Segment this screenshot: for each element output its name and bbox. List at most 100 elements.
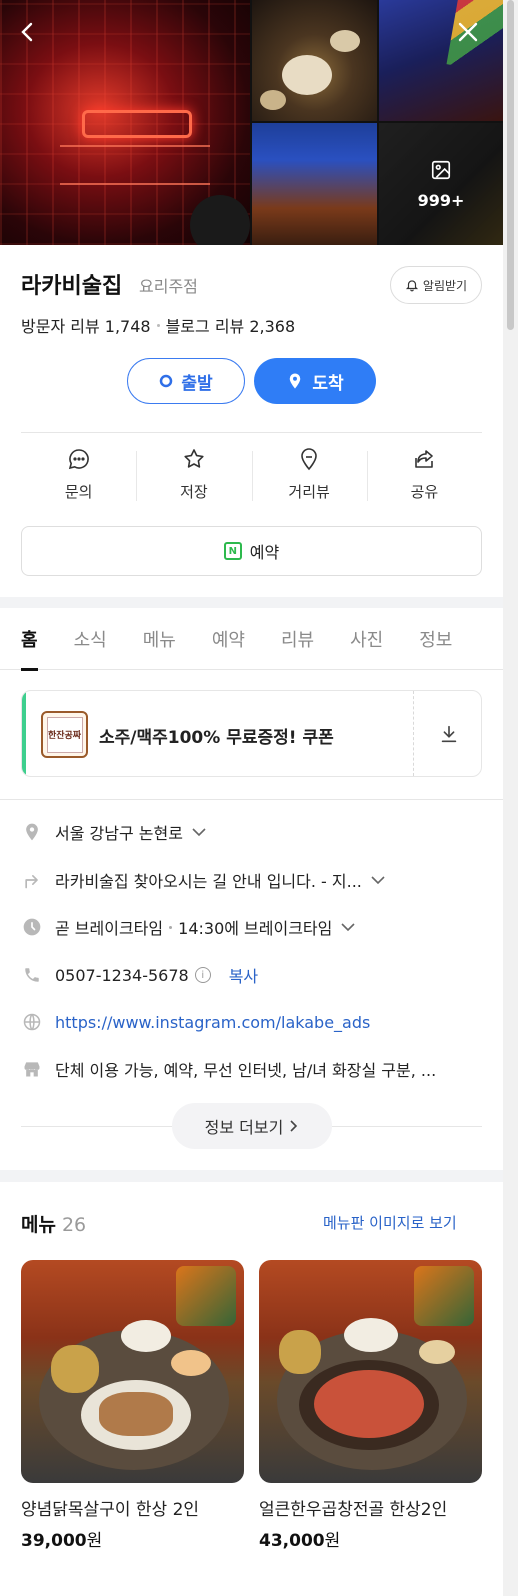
info-circle-icon[interactable]: i <box>194 967 211 983</box>
menu-section-title: 메뉴 26 <box>21 1210 86 1237</box>
arrive-button[interactable]: 도착 <box>254 358 376 404</box>
menu-image-view-link[interactable]: 메뉴판 이미지로 보기 <box>323 1212 457 1233</box>
download-icon <box>441 725 456 742</box>
more-info-button[interactable]: 정보 더보기 <box>172 1103 332 1149</box>
scrollbar-thumb[interactable] <box>507 0 514 330</box>
store-icon <box>21 1058 43 1080</box>
close-button[interactable] <box>450 14 486 50</box>
address-text: 서울 강남구 논현로 <box>55 824 183 843</box>
coupon-thumbnail-text: 한잔공짜 <box>46 716 83 753</box>
clock-icon <box>21 916 43 938</box>
place-detail-page: 999+ 라카비술집 요리주점 알림받기 방문자 리뷰 1,748 블로그 리뷰… <box>0 0 503 1596</box>
phone-number[interactable]: 0507-1234-5678 <box>55 966 189 985</box>
copy-phone-button[interactable]: 복사 <box>229 963 258 987</box>
save-label: 저장 <box>180 483 208 501</box>
share-label: 공유 <box>410 483 439 501</box>
alarm-button[interactable]: 알림받기 <box>390 266 482 304</box>
amenities-row[interactable]: 단체 이용 가능, 예약, 무선 인터넷, 남/녀 화장실 구분, ... <box>21 1054 482 1084</box>
blog-reviews-link[interactable]: 블로그 리뷰 2,368 <box>166 313 296 337</box>
menu-card[interactable]: 양념닭목살구이 한상 2인 39,000원 <box>21 1260 244 1551</box>
directions-row[interactable]: 라카비술집 찾아오시는 길 안내 입니다. - 지... <box>21 865 482 895</box>
tab-booking[interactable]: 예약 <box>212 608 245 670</box>
separator-dot <box>169 925 173 929</box>
directions-text: 라카비술집 찾아오시는 길 안내 입니다. - 지... <box>55 872 362 891</box>
chevron-down-icon <box>340 922 356 932</box>
tab-info[interactable]: 정보 <box>419 608 452 670</box>
share-icon <box>415 450 434 468</box>
back-button[interactable] <box>10 14 46 50</box>
place-category: 요리주점 <box>139 277 198 296</box>
tab-bar: 홈 소식 메뉴 예약 리뷰 사진 정보 <box>0 608 503 671</box>
inquiry-button[interactable]: 문의 <box>21 447 136 511</box>
tab-photo[interactable]: 사진 <box>350 608 383 670</box>
visitor-reviews-link[interactable]: 방문자 리뷰 1,748 <box>21 313 151 337</box>
tab-review[interactable]: 리뷰 <box>281 608 314 670</box>
divider <box>21 432 482 433</box>
save-button[interactable]: 저장 <box>136 447 251 511</box>
inquiry-label: 문의 <box>64 483 93 501</box>
image-icon <box>430 159 452 185</box>
phone-icon <box>21 964 43 986</box>
origin-dot-icon <box>160 374 173 388</box>
gallery-photo-more[interactable]: 999+ <box>379 123 503 245</box>
menu-item-price-unit: 원 <box>86 1531 103 1551</box>
photo-gallery[interactable]: 999+ <box>0 0 503 245</box>
star-icon <box>184 449 204 468</box>
menu-title-text: 메뉴 <box>21 1214 56 1236</box>
chevron-right-icon <box>290 1120 298 1132</box>
divider <box>0 799 503 800</box>
coupon-download-button[interactable] <box>414 691 481 776</box>
chevron-left-icon <box>21 22 33 42</box>
more-info-label: 정보 더보기 <box>204 1118 284 1137</box>
tab-home[interactable]: 홈 <box>21 608 38 671</box>
share-button[interactable]: 공유 <box>366 447 482 511</box>
scrollbar[interactable] <box>503 0 518 1596</box>
menu-item-image <box>259 1260 482 1483</box>
menu-card[interactable]: 얼큰한우곱창전골 한상2인 43,000원 <box>259 1260 482 1551</box>
hours-status: 곧 브레이크타임 <box>55 919 164 938</box>
coupon-thumbnail: 한잔공짜 <box>41 711 88 758</box>
naver-booking-icon: N <box>223 542 242 560</box>
chevron-down-icon <box>191 827 207 837</box>
hours-detail: 14:30에 브레이크타임 <box>178 919 333 938</box>
alarm-label: 알림받기 <box>422 278 468 293</box>
menu-item-price-value: 43,000 <box>259 1531 325 1551</box>
bell-icon <box>405 280 418 292</box>
website-link[interactable]: https://www.instagram.com/lakabe_ads <box>55 1013 370 1032</box>
action-bar: 문의 저장 거리뷰 공유 <box>21 447 482 511</box>
menu-item-price: 43,000원 <box>259 1526 482 1551</box>
neon-sign-image <box>82 110 192 138</box>
directions-arrow-icon <box>21 869 43 891</box>
website-row: https://www.instagram.com/lakabe_ads <box>21 1007 482 1037</box>
street-view-label: 거리뷰 <box>288 483 330 501</box>
arrive-label: 도착 <box>312 373 344 394</box>
address-row[interactable]: 서울 강남구 논현로 <box>21 817 482 847</box>
tab-menu[interactable]: 메뉴 <box>143 608 176 670</box>
location-pin-icon <box>290 373 301 389</box>
map-pin-icon <box>301 448 317 471</box>
depart-button[interactable]: 출발 <box>127 358 245 404</box>
street-view-button[interactable]: 거리뷰 <box>251 447 367 511</box>
reserve-button[interactable]: N 예약 <box>21 526 482 576</box>
menu-item-price-unit: 원 <box>324 1531 341 1551</box>
menu-item-price-value: 39,000 <box>21 1531 87 1551</box>
depart-label: 출발 <box>181 373 213 394</box>
globe-icon <box>21 1011 43 1033</box>
tab-news[interactable]: 소식 <box>74 608 107 670</box>
menu-item-name: 얼큰한우곱창전골 한상2인 <box>259 1500 448 1520</box>
close-icon <box>458 22 478 42</box>
photo-count: 999+ <box>417 190 465 210</box>
phone-row: 0507-1234-5678 i 복사 <box>21 960 482 990</box>
menu-item-image <box>21 1260 244 1483</box>
review-counts: 방문자 리뷰 1,748 블로그 리뷰 2,368 <box>21 313 295 337</box>
location-icon <box>21 821 43 843</box>
separator-dot <box>156 323 160 327</box>
menu-item-name: 양념닭목살구이 한상 2인 <box>21 1500 200 1520</box>
menu-count: 26 <box>61 1214 87 1236</box>
hours-row[interactable]: 곧 브레이크타임 14:30에 브레이크타임 <box>21 912 482 942</box>
place-name: 라카비술집 <box>21 274 123 299</box>
coupon-card[interactable]: 한잔공짜 소주/맥주100% 무료증정! 쿠폰 <box>21 690 482 777</box>
gallery-photo-2[interactable] <box>252 0 377 121</box>
gallery-photo-4[interactable] <box>252 123 377 245</box>
menu-item-price: 39,000원 <box>21 1526 244 1551</box>
